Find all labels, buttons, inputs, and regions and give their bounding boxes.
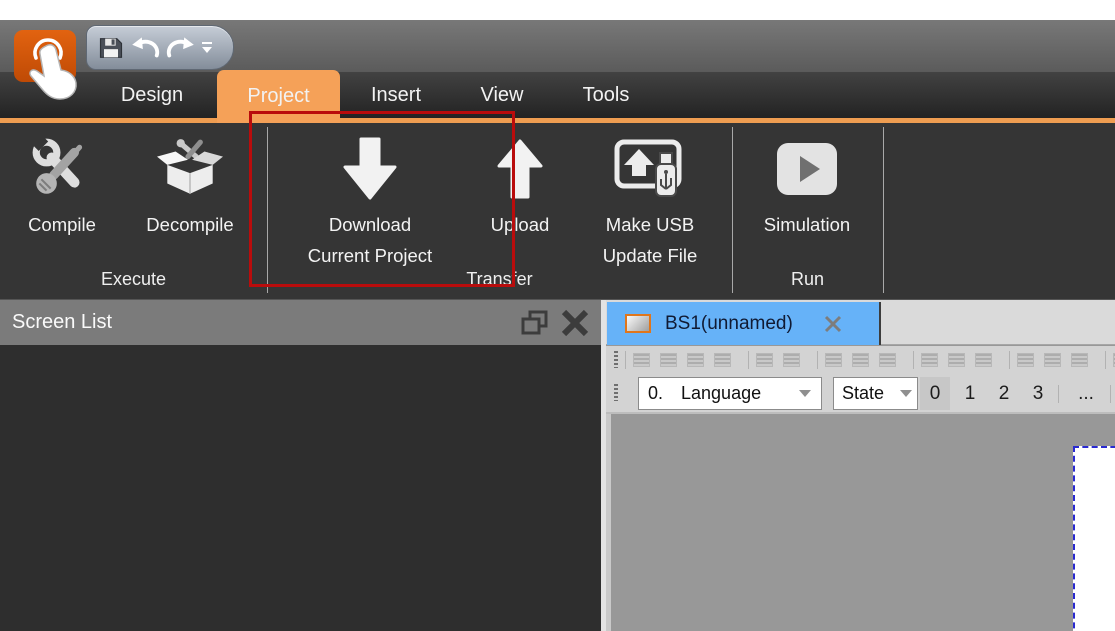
app-menu-button[interactable]	[14, 28, 110, 120]
decompile-icon	[157, 131, 223, 207]
language-dropdown[interactable]: 0. Language	[638, 377, 822, 410]
align-center-icon[interactable]	[852, 353, 869, 367]
align-top-icon[interactable]	[921, 353, 938, 367]
state-3-button[interactable]: 3	[1025, 377, 1051, 410]
more-states-button[interactable]: ...	[1068, 377, 1104, 410]
make-usb-label: Make USB Update File	[603, 209, 698, 271]
upload-arrow-icon	[495, 131, 545, 207]
tab-tools[interactable]: Tools	[566, 72, 646, 118]
close-tab-button[interactable]	[823, 315, 843, 333]
editor-tab-bs1[interactable]: BS1(unnamed)	[607, 302, 881, 345]
state-2-button[interactable]: 2	[991, 377, 1017, 410]
compile-label: Compile	[28, 209, 96, 240]
tab-insert[interactable]: Insert	[352, 72, 440, 118]
close-icon	[560, 309, 590, 337]
same-size-icon[interactable]	[1071, 353, 1088, 367]
decompile-button[interactable]: Decompile	[126, 123, 254, 273]
simulation-button[interactable]: Simulation	[744, 123, 870, 273]
design-canvas-page[interactable]	[1073, 446, 1115, 631]
screen-list-header: Screen List	[0, 300, 601, 345]
usb-update-icon	[613, 131, 687, 207]
download-arrow-icon	[341, 131, 399, 207]
undo-icon	[129, 35, 161, 61]
download-current-project-button[interactable]: Download Current Project	[296, 123, 444, 273]
redo-icon	[165, 35, 197, 61]
simulation-label: Simulation	[764, 209, 850, 240]
editor-tab-title: BS1(unnamed)	[665, 313, 793, 335]
group-label-run: Run	[732, 266, 883, 292]
close-icon	[823, 315, 843, 333]
upload-button[interactable]: Upload	[466, 123, 574, 273]
compile-icon	[29, 131, 95, 207]
align-bottom-icon[interactable]	[975, 353, 992, 367]
editor-area: BS1(unnamed)	[606, 300, 1115, 631]
alignment-toolbar	[606, 346, 1115, 373]
chevron-down-icon	[201, 41, 213, 55]
state-value: State	[834, 383, 900, 404]
paste-icon[interactable]	[714, 353, 731, 367]
float-panel-button[interactable]	[521, 310, 549, 341]
redo-icon[interactable]	[660, 353, 677, 367]
screen-list-panel: Screen List Goto BS1(unnamed)	[0, 300, 601, 631]
grid-icon[interactable]	[756, 353, 773, 367]
snap-icon[interactable]	[783, 353, 800, 367]
tab-design[interactable]: Design	[104, 72, 200, 118]
quick-access-more-button[interactable]	[201, 41, 213, 55]
screen-icon	[625, 314, 651, 333]
tab-view[interactable]: View	[462, 72, 542, 118]
group-label-execute: Execute	[0, 266, 267, 292]
ribbon-accent-line	[0, 118, 1115, 123]
redo-button[interactable]	[165, 35, 197, 61]
decompile-label: Decompile	[146, 209, 233, 240]
chevron-down-icon	[799, 390, 811, 397]
application-window: Design Project Insert View Tools Compile	[0, 0, 1115, 631]
state-1-button[interactable]: 1	[957, 377, 983, 410]
align-middle-icon[interactable]	[948, 353, 965, 367]
cut-icon[interactable]	[687, 353, 704, 367]
download-label: Download Current Project	[308, 209, 432, 271]
close-panel-button[interactable]	[560, 309, 590, 342]
upload-label: Upload	[491, 209, 550, 240]
undo-icon[interactable]	[633, 353, 650, 367]
state-0-button[interactable]: 0	[920, 377, 950, 410]
simulation-play-icon	[775, 131, 839, 207]
toolbar-drag-handle[interactable]	[614, 351, 618, 368]
align-left-icon[interactable]	[825, 353, 842, 367]
make-usb-update-file-button[interactable]: Make USB Update File	[582, 123, 718, 273]
tab-project[interactable]: Project	[217, 70, 340, 123]
chevron-down-icon	[900, 390, 912, 397]
canvas-edge-strip	[606, 414, 611, 631]
panel-title: Screen List	[12, 300, 112, 345]
language-value: Language	[663, 383, 799, 404]
undo-button[interactable]	[129, 35, 161, 61]
toolbar-drag-handle[interactable]	[614, 384, 618, 401]
same-height-icon[interactable]	[1044, 353, 1061, 367]
float-window-icon	[521, 310, 549, 336]
state-dropdown[interactable]: State	[833, 377, 918, 410]
group-label-transfer: Transfer	[267, 266, 732, 292]
compile-button[interactable]: Compile	[8, 123, 116, 273]
same-width-icon[interactable]	[1017, 353, 1034, 367]
language-number: 0.	[639, 383, 663, 404]
ribbon-group-separator	[883, 127, 884, 293]
align-right-icon[interactable]	[879, 353, 896, 367]
